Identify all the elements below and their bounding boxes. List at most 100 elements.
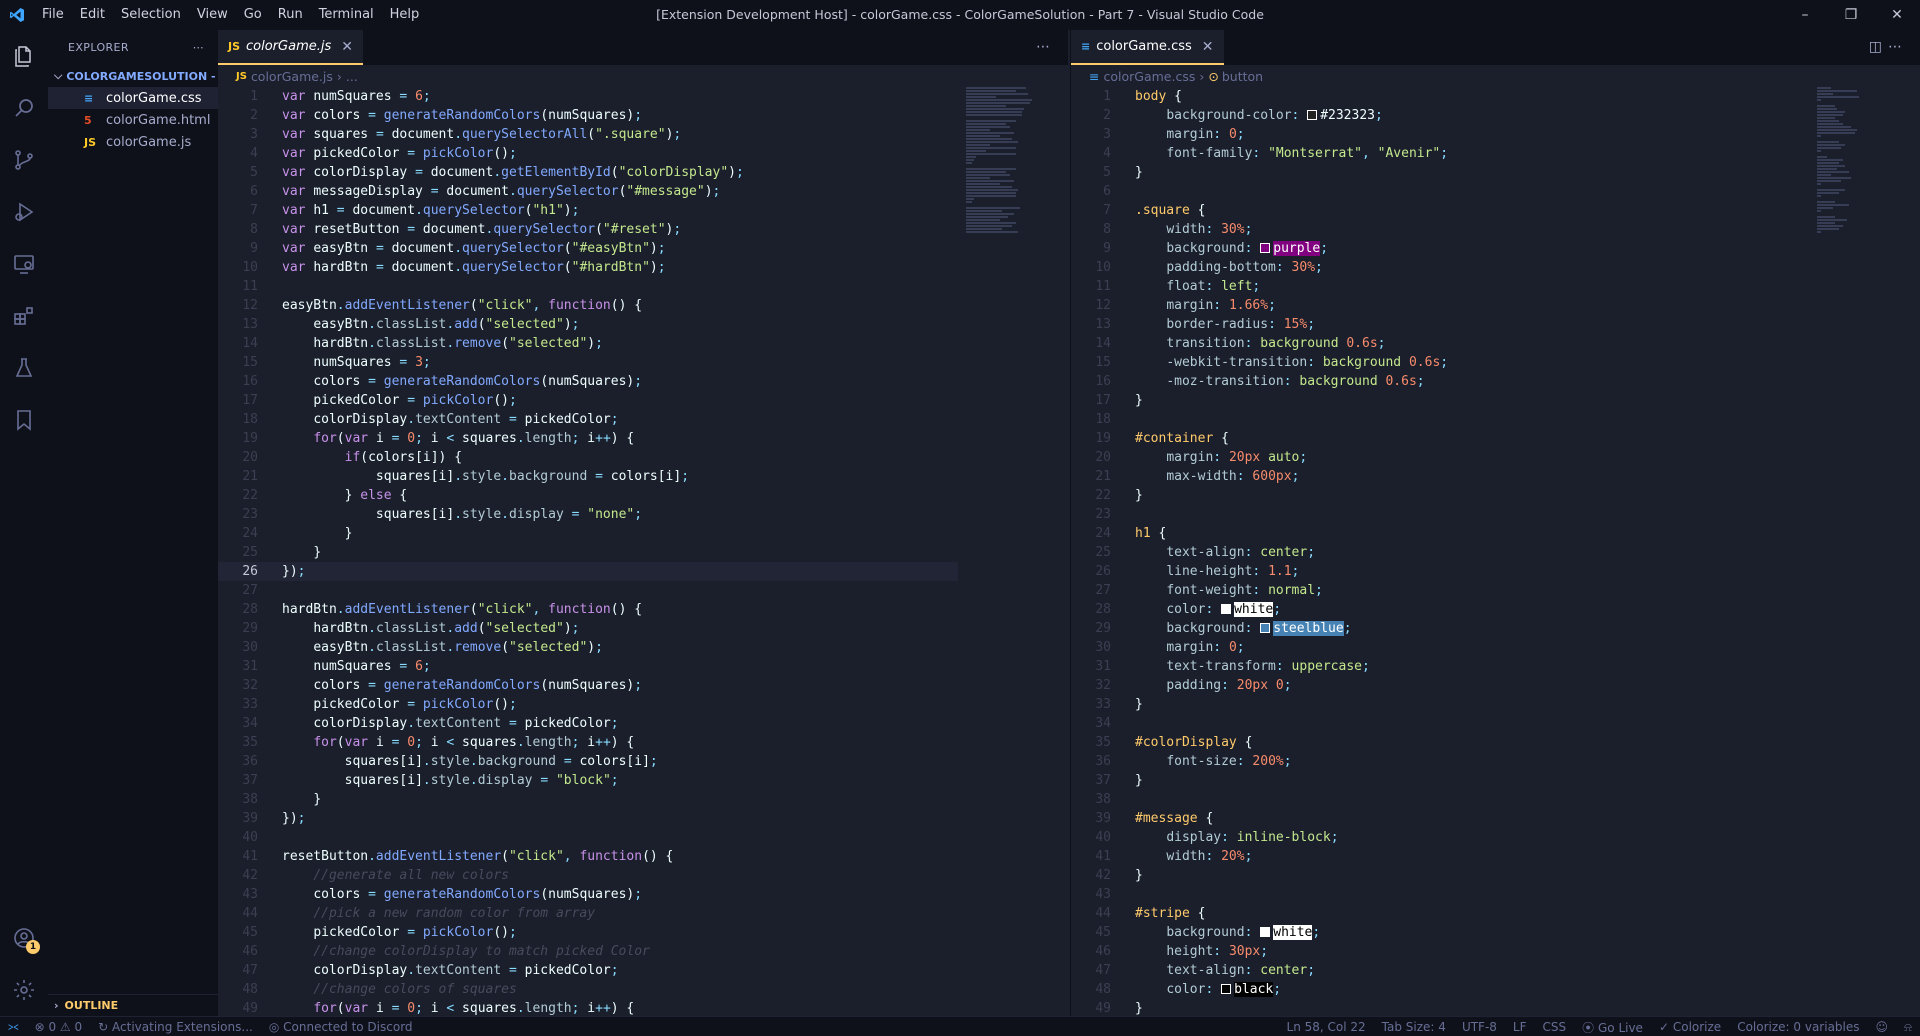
breadcrumb-symbol[interactable]: ... — [346, 69, 358, 84]
file-item-html[interactable]: 5 colorGame.html — [48, 109, 218, 131]
file-item-css[interactable]: ≡ colorGame.css — [48, 87, 218, 109]
breadcrumb-file[interactable]: colorGame.js — [251, 69, 333, 84]
sync-icon: ↻ — [98, 1019, 109, 1034]
menu-terminal[interactable]: Terminal — [311, 0, 382, 30]
cursor-position[interactable]: Ln 58, Col 22 — [1279, 1020, 1374, 1034]
outline-section[interactable]: › OUTLINE — [48, 994, 218, 1016]
explorer-icon[interactable] — [0, 30, 48, 82]
menu-selection[interactable]: Selection — [113, 0, 189, 30]
js-file-icon: JS — [228, 40, 241, 53]
file-item-js[interactable]: JS colorGame.js — [48, 131, 218, 153]
close-icon[interactable]: ✕ — [1202, 39, 1214, 55]
css-file-icon: ≡ — [1081, 40, 1091, 53]
source-control-icon[interactable] — [0, 134, 48, 186]
code-line: 3 var squares = document.querySelectorAll… — [250, 127, 682, 142]
explorer-title: EXPLORER — [68, 41, 129, 54]
colorize-button[interactable]: ✓ Colorize — [1651, 1020, 1729, 1034]
code-line: 12 easyBtn.addEventListener("click", func… — [242, 298, 643, 313]
code-line: 32 padding: 20px 0; — [1095, 678, 1292, 693]
menu-run[interactable]: Run — [270, 0, 311, 30]
language-mode[interactable]: CSS — [1535, 1020, 1575, 1034]
menu-file[interactable]: File — [34, 0, 72, 30]
problems-indicator[interactable]: ⊗ 0 ⚠ 0 — [27, 1020, 91, 1034]
tab-colorgame-css[interactable]: ≡ colorGame.css ✕ — [1071, 30, 1224, 65]
testing-icon[interactable] — [0, 342, 48, 394]
code-line: 19 for(var i = 0; i < squares.length; i+… — [242, 431, 635, 446]
code-line: 31 text-transform: uppercase; — [1095, 659, 1370, 674]
code-line: 42} — [1095, 868, 1143, 883]
minimap[interactable] — [966, 87, 1046, 287]
close-icon[interactable]: ✕ — [1874, 0, 1920, 30]
chevron-right-icon: › — [1199, 68, 1205, 84]
tab-colorgame-js[interactable]: JS colorGame.js ✕ — [218, 30, 363, 65]
code-line: 20 if(colors[i]) { — [242, 450, 463, 465]
close-icon[interactable]: ✕ — [341, 39, 353, 55]
feedback-icon[interactable]: ☺ — [1868, 1020, 1897, 1034]
menu-go[interactable]: Go — [236, 0, 270, 30]
menu-edit[interactable]: Edit — [72, 0, 113, 30]
end-of-line[interactable]: LF — [1505, 1020, 1535, 1034]
code-line: 6 — [1103, 184, 1111, 199]
split-editor-icon[interactable]: ◫ — [1869, 30, 1882, 65]
broadcast-icon: ⦿ — [1582, 1020, 1595, 1035]
code-line: 41 width: 20%; — [1095, 849, 1253, 864]
code-line: 25 } — [242, 545, 322, 560]
search-icon[interactable] — [0, 82, 48, 134]
breadcrumb-symbol[interactable]: button — [1222, 69, 1263, 84]
encoding[interactable]: UTF-8 — [1454, 1020, 1505, 1034]
menu-view[interactable]: View — [189, 0, 236, 30]
code-line: 40 display: inline-block; — [1095, 830, 1339, 845]
code-line: 27 — [242, 583, 258, 598]
editor-group-left: JS colorGame.js ✕ ⋯ JS colorGame.js › ..… — [218, 30, 1068, 1016]
code-line: 27 font-weight: normal; — [1095, 583, 1323, 598]
minimap[interactable] — [1817, 87, 1897, 287]
code-line: 9 background: purple; — [1103, 241, 1329, 256]
code-line: 15 numSquares = 3; — [242, 355, 431, 370]
code-editor-js[interactable]: 1 var numSquares = 6; 2 var colors = gener… — [218, 87, 958, 1016]
discord-status[interactable]: ◎ Connected to Discord — [261, 1020, 421, 1034]
code-line: 28 color: white; — [1095, 602, 1282, 617]
run-debug-icon[interactable] — [0, 186, 48, 238]
settings-gear-icon[interactable] — [0, 964, 48, 1016]
css-file-icon: ≡ — [1089, 68, 1100, 84]
vscode-logo-icon — [0, 0, 34, 30]
more-actions-icon[interactable]: ⋯ — [193, 41, 204, 54]
remote-icon[interactable]: ⪥ — [0, 1019, 27, 1034]
chevron-down-icon: ⌵ — [54, 69, 63, 82]
code-line: 39}); — [242, 811, 306, 826]
code-editor-css[interactable]: 1 body { 2 background-color: #232323; 3 m… — [1071, 87, 1448, 1016]
code-line: 37 squares[i].style.display = "block"; — [242, 773, 619, 788]
go-live-button[interactable]: ⦿ Go Live — [1574, 1019, 1651, 1036]
more-actions-icon[interactable]: ⋯ — [1036, 30, 1050, 65]
code-line: 24 } — [242, 526, 353, 541]
chevron-right-icon: › — [54, 999, 59, 1012]
minimize-icon[interactable]: – — [1782, 0, 1828, 30]
code-line: 31 numSquares = 6; — [242, 659, 431, 674]
activation-status: ↻ Activating Extensions... — [98, 1019, 253, 1034]
bookmarks-icon[interactable] — [0, 394, 48, 446]
menu-help[interactable]: Help — [382, 0, 428, 30]
html-file-icon: 5 — [84, 113, 92, 127]
code-line: 38 — [1095, 792, 1111, 807]
code-line: 1 var numSquares = 6; — [250, 89, 431, 104]
code-line: 36 squares[i].style.background = colors[… — [242, 754, 658, 769]
workspace-folder[interactable]: ⌵ COLORGAMESOLUTION - P... — [48, 65, 218, 87]
breadcrumb-file[interactable]: colorGame.css — [1103, 69, 1195, 84]
tab-size[interactable]: Tab Size: 4 — [1374, 1020, 1454, 1034]
title-bar: File Edit Selection View Go Run Terminal… — [0, 0, 1920, 30]
restore-icon[interactable]: ❐ — [1828, 0, 1874, 30]
remote-explorer-icon[interactable] — [0, 238, 48, 290]
colorize-variables[interactable]: Colorize: 0 variables — [1729, 1020, 1867, 1034]
code-line: 15 -webkit-transition: background 0.6s; — [1095, 355, 1449, 370]
check-icon: ✓ — [1658, 1020, 1670, 1034]
code-line: 35 for(var i = 0; i < squares.length; i+… — [242, 735, 635, 750]
code-line: 43 — [1095, 887, 1111, 902]
code-line: 47 colorDisplay.textContent = pickedColo… — [242, 963, 619, 978]
accounts-icon[interactable]: 1 — [0, 912, 48, 964]
code-line: 33 pickedColor = pickColor(); — [242, 697, 517, 712]
code-line: 13 easyBtn.classList.add("selected"); — [242, 317, 580, 332]
more-actions-icon[interactable]: ⋯ — [1888, 30, 1902, 65]
code-line: 3 margin: 0; — [1103, 127, 1245, 142]
extensions-icon[interactable] — [0, 290, 48, 342]
bell-icon[interactable]: ⍾ — [1896, 1020, 1920, 1035]
